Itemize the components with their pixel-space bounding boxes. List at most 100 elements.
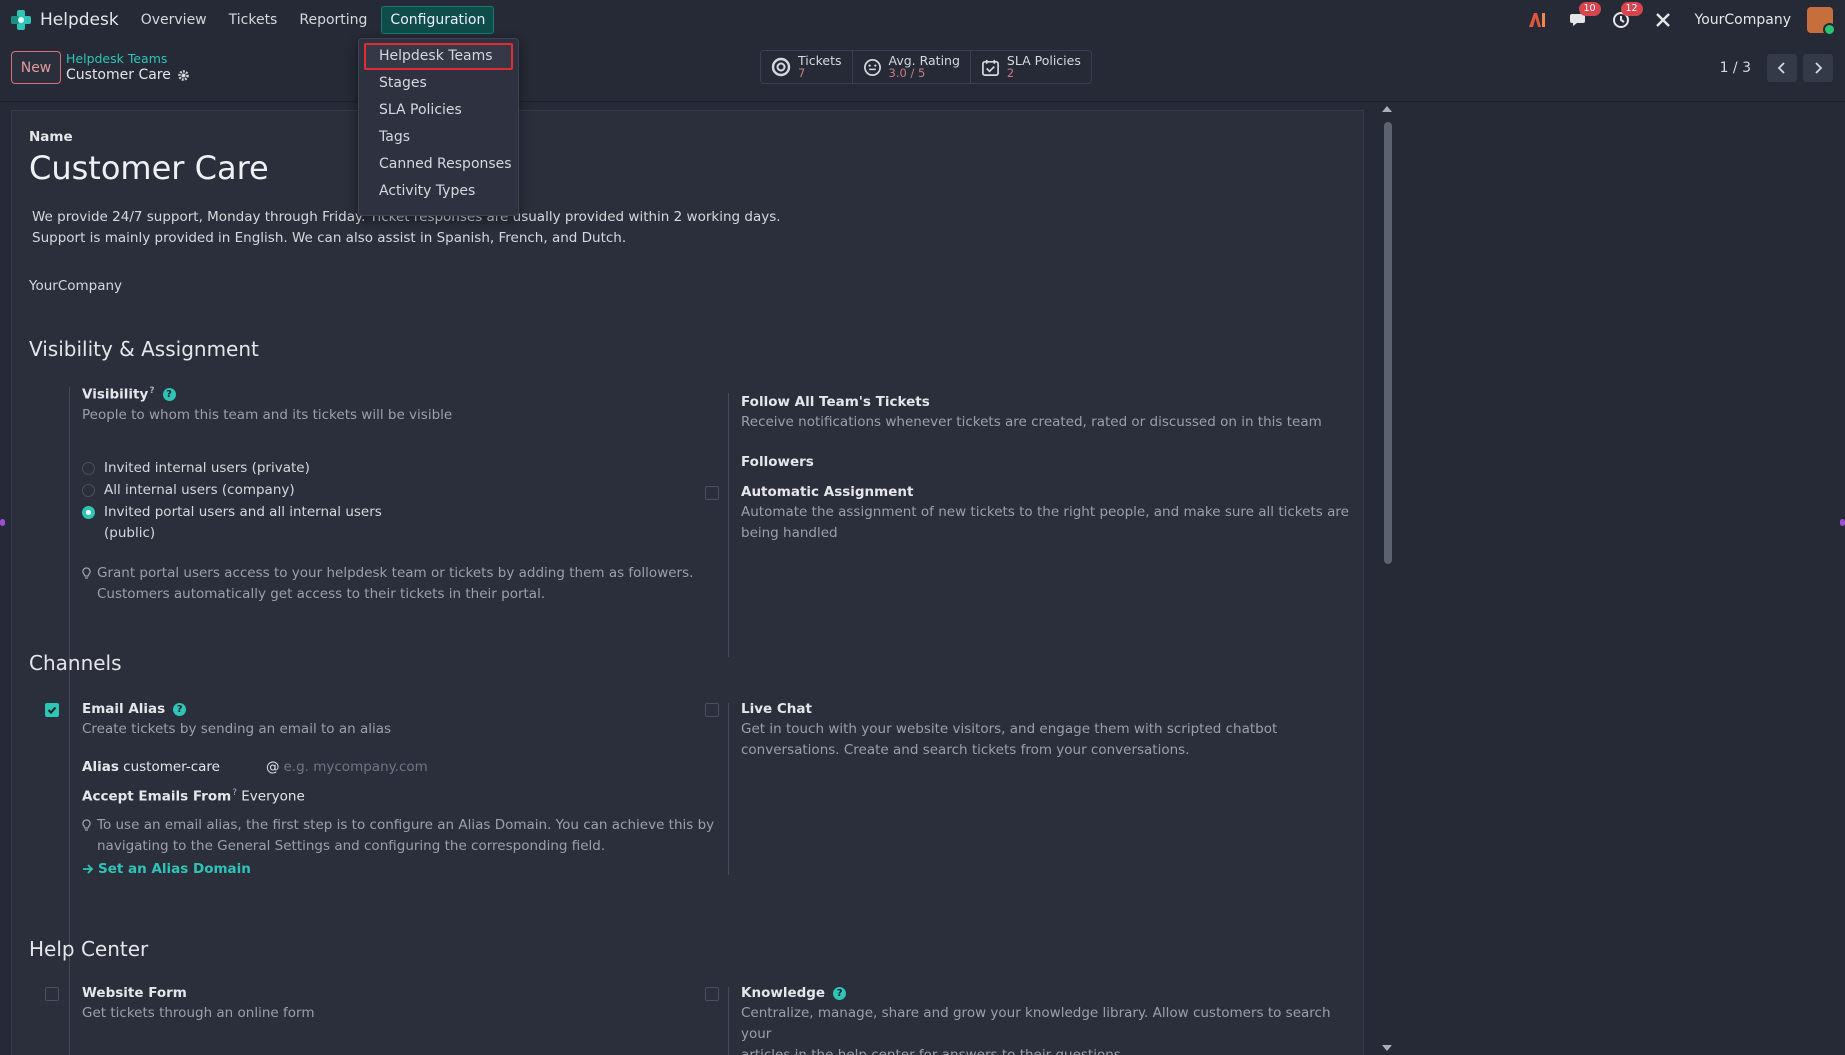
alias-name-input[interactable]: customer-care (123, 759, 220, 775)
form-scrollbar[interactable] (1380, 104, 1394, 1055)
tickets-stat-value: 7 (798, 66, 806, 80)
live-chat-help: Get in touch with your website visitors,… (741, 719, 1277, 761)
avg-rating-stat-button[interactable]: Avg. Rating 3.0 / 5 (853, 51, 971, 83)
visibility-tooltip-marker[interactable]: ? (149, 386, 154, 396)
pager-previous-button[interactable] (1767, 54, 1797, 82)
accept-emails-label: Accept Emails From (82, 788, 232, 805)
sla-policies-stat-button[interactable]: SLA Policies 2 (971, 51, 1091, 83)
team-name-input[interactable]: Customer Care (29, 149, 269, 187)
nav-configuration[interactable]: Configuration (381, 6, 495, 34)
avg-rating-stat-value: 3.0 / 5 (888, 66, 926, 80)
description-line-2: Support is mainly provided in English. W… (32, 230, 627, 246)
set-alias-domain-label: Set an Alias Domain (98, 861, 251, 877)
pager-value[interactable]: 1 / 3 (1720, 60, 1751, 76)
smart-buttons: Tickets 7 Avg. Rating 3.0 / 5 SLA Polici… (760, 50, 1092, 84)
email-alias-checkbox[interactable] (45, 703, 59, 717)
visibility-option-public-line-1: Invited portal users and all internal us… (104, 504, 382, 520)
radio-private[interactable] (82, 462, 95, 475)
app-logo[interactable]: Helpdesk (10, 9, 119, 31)
visibility-option-public[interactable]: Invited portal users and all internal us… (82, 502, 382, 544)
company-switcher[interactable]: YourCompany (1695, 12, 1792, 28)
website-form-help: Get tickets through an online form (82, 1005, 315, 1021)
configuration-dropdown-menu: Helpdesk Teams Stages SLA Policies Tags … (358, 38, 519, 216)
help-icon[interactable]: ? (162, 388, 176, 401)
nav-overview[interactable]: Overview (133, 7, 215, 33)
scroll-up-arrow[interactable] (1382, 106, 1392, 112)
menu-item-stages[interactable]: Stages (359, 70, 518, 97)
sla-policies-stat-label: SLA Policies (1006, 53, 1081, 68)
visibility-radio-group: Invited internal users (private) All int… (82, 458, 382, 544)
record-pager: 1 / 3 (1720, 54, 1833, 82)
menu-item-helpdesk-teams[interactable]: Helpdesk Teams (364, 43, 513, 70)
visibility-option-private[interactable]: Invited internal users (private) (82, 458, 382, 479)
nav-tickets[interactable]: Tickets (221, 7, 286, 33)
visibility-tip-line-1: Grant portal users access to your helpde… (97, 565, 694, 581)
menu-item-activity-types[interactable]: Activity Types (359, 178, 518, 205)
scroll-down-arrow[interactable] (1382, 1045, 1392, 1051)
accept-emails-select[interactable]: Everyone (241, 789, 305, 805)
activities-clock-icon[interactable]: 12 (1611, 2, 1643, 30)
set-alias-domain-link[interactable]: Set an Alias Domain (82, 861, 251, 877)
alias-tip-line-1: To use an email alias, the first step is… (97, 817, 715, 833)
top-navbar: Helpdesk Overview Tickets Reporting Conf… (0, 0, 1845, 40)
lightbulb-icon (82, 567, 91, 579)
sla-policies-stat-value: 2 (1006, 66, 1015, 80)
alias-at-symbol: @ (266, 759, 280, 775)
website-form-checkbox[interactable] (45, 987, 59, 1001)
knowledge-setting: Knowledge? Centralize, manage, share and… (741, 985, 1363, 1055)
auto-assignment-label: Automatic Assignment (741, 484, 914, 500)
setting-divider (728, 987, 729, 1055)
menu-item-canned-responses[interactable]: Canned Responses (359, 151, 518, 178)
visibility-tip: Grant portal users access to your helpde… (82, 563, 693, 605)
live-chat-setting: Live Chat Get in touch with your website… (741, 701, 1277, 761)
visibility-option-private-label: Invited internal users (private) (104, 460, 310, 476)
alias-domain-input[interactable]: e.g. mycompany.com (284, 759, 428, 775)
name-field-label: Name (29, 129, 73, 145)
knowledge-checkbox[interactable] (705, 987, 719, 1001)
help-icon[interactable]: ? (173, 702, 187, 716)
followers-label[interactable]: Followers (741, 454, 814, 470)
lightbulb-icon (82, 819, 91, 831)
visibility-option-company[interactable]: All internal users (company) (82, 480, 382, 501)
auto-assignment-checkbox[interactable] (705, 486, 719, 500)
live-chat-checkbox[interactable] (705, 703, 719, 717)
new-button[interactable]: New (11, 51, 61, 84)
tickets-stat-button[interactable]: Tickets 7 (761, 51, 853, 83)
email-alias-setting: Email Alias? Create tickets by sending a… (82, 701, 391, 740)
visibility-setting: Visibility?? People to whom this team an… (82, 386, 452, 426)
messages-icon[interactable]: 10 (1569, 2, 1601, 30)
follow-tickets-help: Receive notifications whenever tickets a… (741, 414, 1322, 430)
auto-assignment-help-line-1: Automate the assignment of new tickets t… (741, 504, 1349, 520)
visibility-assignment-heading: Visibility & Assignment (29, 337, 259, 361)
ai-icon[interactable] (1527, 10, 1547, 30)
visibility-label-text: Visibility (82, 386, 149, 403)
systray: 10 12 YourCompany (1505, 0, 1845, 40)
alias-tip: To use an email alias, the first step is… (82, 815, 714, 857)
accept-emails-row: Accept Emails From? Everyone (82, 788, 305, 805)
form-sheet: Name Customer Care We provide 24/7 suppo… (11, 110, 1364, 1055)
radio-company[interactable] (82, 484, 95, 497)
check-icon (47, 706, 57, 714)
alias-tip-line-2: navigating to the General Settings and c… (97, 838, 606, 854)
menu-item-sla-policies[interactable]: SLA Policies (359, 97, 518, 124)
company-field[interactable]: YourCompany (29, 278, 122, 294)
email-alias-label: Email Alias? (82, 701, 391, 717)
accept-emails-tooltip-marker[interactable]: ? (232, 788, 237, 798)
gear-icon[interactable] (177, 69, 190, 82)
pager-next-button[interactable] (1803, 54, 1833, 82)
user-avatar[interactable] (1807, 7, 1836, 36)
menu-item-tags[interactable]: Tags (359, 124, 518, 151)
visibility-option-company-label: All internal users (company) (104, 482, 295, 498)
email-alias-help: Create tickets by sending an email to an… (82, 721, 392, 737)
radio-public[interactable] (82, 506, 95, 519)
follow-tickets-setting: Follow All Team's Tickets Receive notifi… (741, 394, 1322, 433)
breadcrumb-helpdesk-teams[interactable]: Helpdesk Teams (66, 51, 167, 66)
visibility-option-public-line-2: (public) (104, 525, 156, 541)
help-center-heading: Help Center (29, 937, 149, 961)
tools-icon[interactable] (1653, 10, 1673, 30)
chevron-left-icon (1777, 62, 1785, 74)
help-icon[interactable]: ? (833, 986, 847, 1000)
chevron-right-icon (1815, 62, 1823, 74)
scroll-thumb[interactable] (1384, 122, 1392, 564)
nav-reporting[interactable]: Reporting (291, 7, 375, 33)
